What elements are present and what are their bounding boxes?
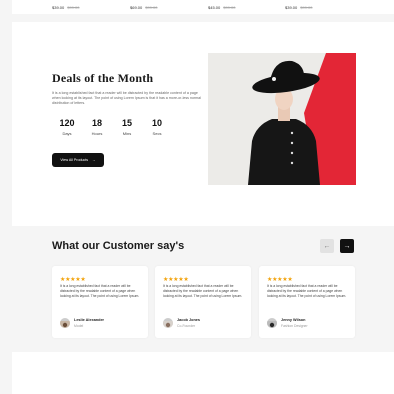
product-price-strip: $39.00 $99.00 $69.00 $99.00 $45.00 $99.00 $… <box>12 0 394 14</box>
product-price: $39.00 $99.00 <box>285 5 313 10</box>
chevron-right-icon: → <box>343 242 351 250</box>
product-price: $45.00 $99.00 <box>208 5 236 10</box>
woman-hat-photo <box>208 53 356 185</box>
customer-name: Jacob Jones <box>177 318 201 322</box>
deals-hero-image <box>208 53 356 185</box>
countdown-secs: 10 Secs <box>151 118 162 136</box>
avatar <box>267 318 277 328</box>
next-testimonial-button[interactable]: → <box>340 239 354 253</box>
deals-title: Deals of the Month <box>52 71 154 85</box>
countdown-days: 120 Days <box>59 118 75 136</box>
star-rating: ★★★★★ <box>60 277 86 283</box>
prev-testimonial-button[interactable]: ← <box>320 239 334 253</box>
countdown-hours: 18 Hours <box>91 118 103 136</box>
footer-section <box>12 352 394 394</box>
testimonial-card: ★★★★★ It is a long established fact that… <box>259 266 355 338</box>
testimonial-card: ★★★★★ It is a long established fact that… <box>155 266 251 338</box>
customer-name: Leslie Alexander <box>74 318 105 322</box>
customer-role: Model <box>74 324 84 328</box>
deals-description: It is a long established fact that a rea… <box>52 91 201 105</box>
testimonial-text: It is a long established fact that a rea… <box>60 284 140 298</box>
customer-role: Co-Founder <box>177 324 196 328</box>
testimonials-section: What our Customer say's ← → ★★★★★ It is … <box>12 228 394 352</box>
deals-section: Deals of the Month It is a long establis… <box>12 22 394 226</box>
customer-name: Jenny Wilson <box>281 318 306 322</box>
testimonial-card: ★★★★★ It is a long established fact that… <box>52 266 148 338</box>
star-rating: ★★★★★ <box>267 277 293 283</box>
product-price: $69.00 $99.00 <box>130 5 158 10</box>
testimonial-text: It is a long established fact that a rea… <box>267 284 347 298</box>
testimonial-text: It is a long established fact that a rea… <box>163 284 243 298</box>
avatar <box>60 318 70 328</box>
chevron-left-icon: ← <box>323 242 331 250</box>
arrow-right-icon: → <box>92 158 96 162</box>
countdown-timer: 120 Days 18 Hours 15 Mins 10 Secs <box>52 118 172 136</box>
product-price: $39.00 $99.00 <box>52 5 80 10</box>
testimonials-title: What our Customer say's <box>52 240 185 252</box>
view-all-products-button[interactable]: View All Products → <box>52 153 104 167</box>
avatar <box>163 318 173 328</box>
countdown-mins: 15 Mins <box>121 118 132 136</box>
star-rating: ★★★★★ <box>163 277 189 283</box>
customer-role: Fashion Designer <box>281 324 308 328</box>
